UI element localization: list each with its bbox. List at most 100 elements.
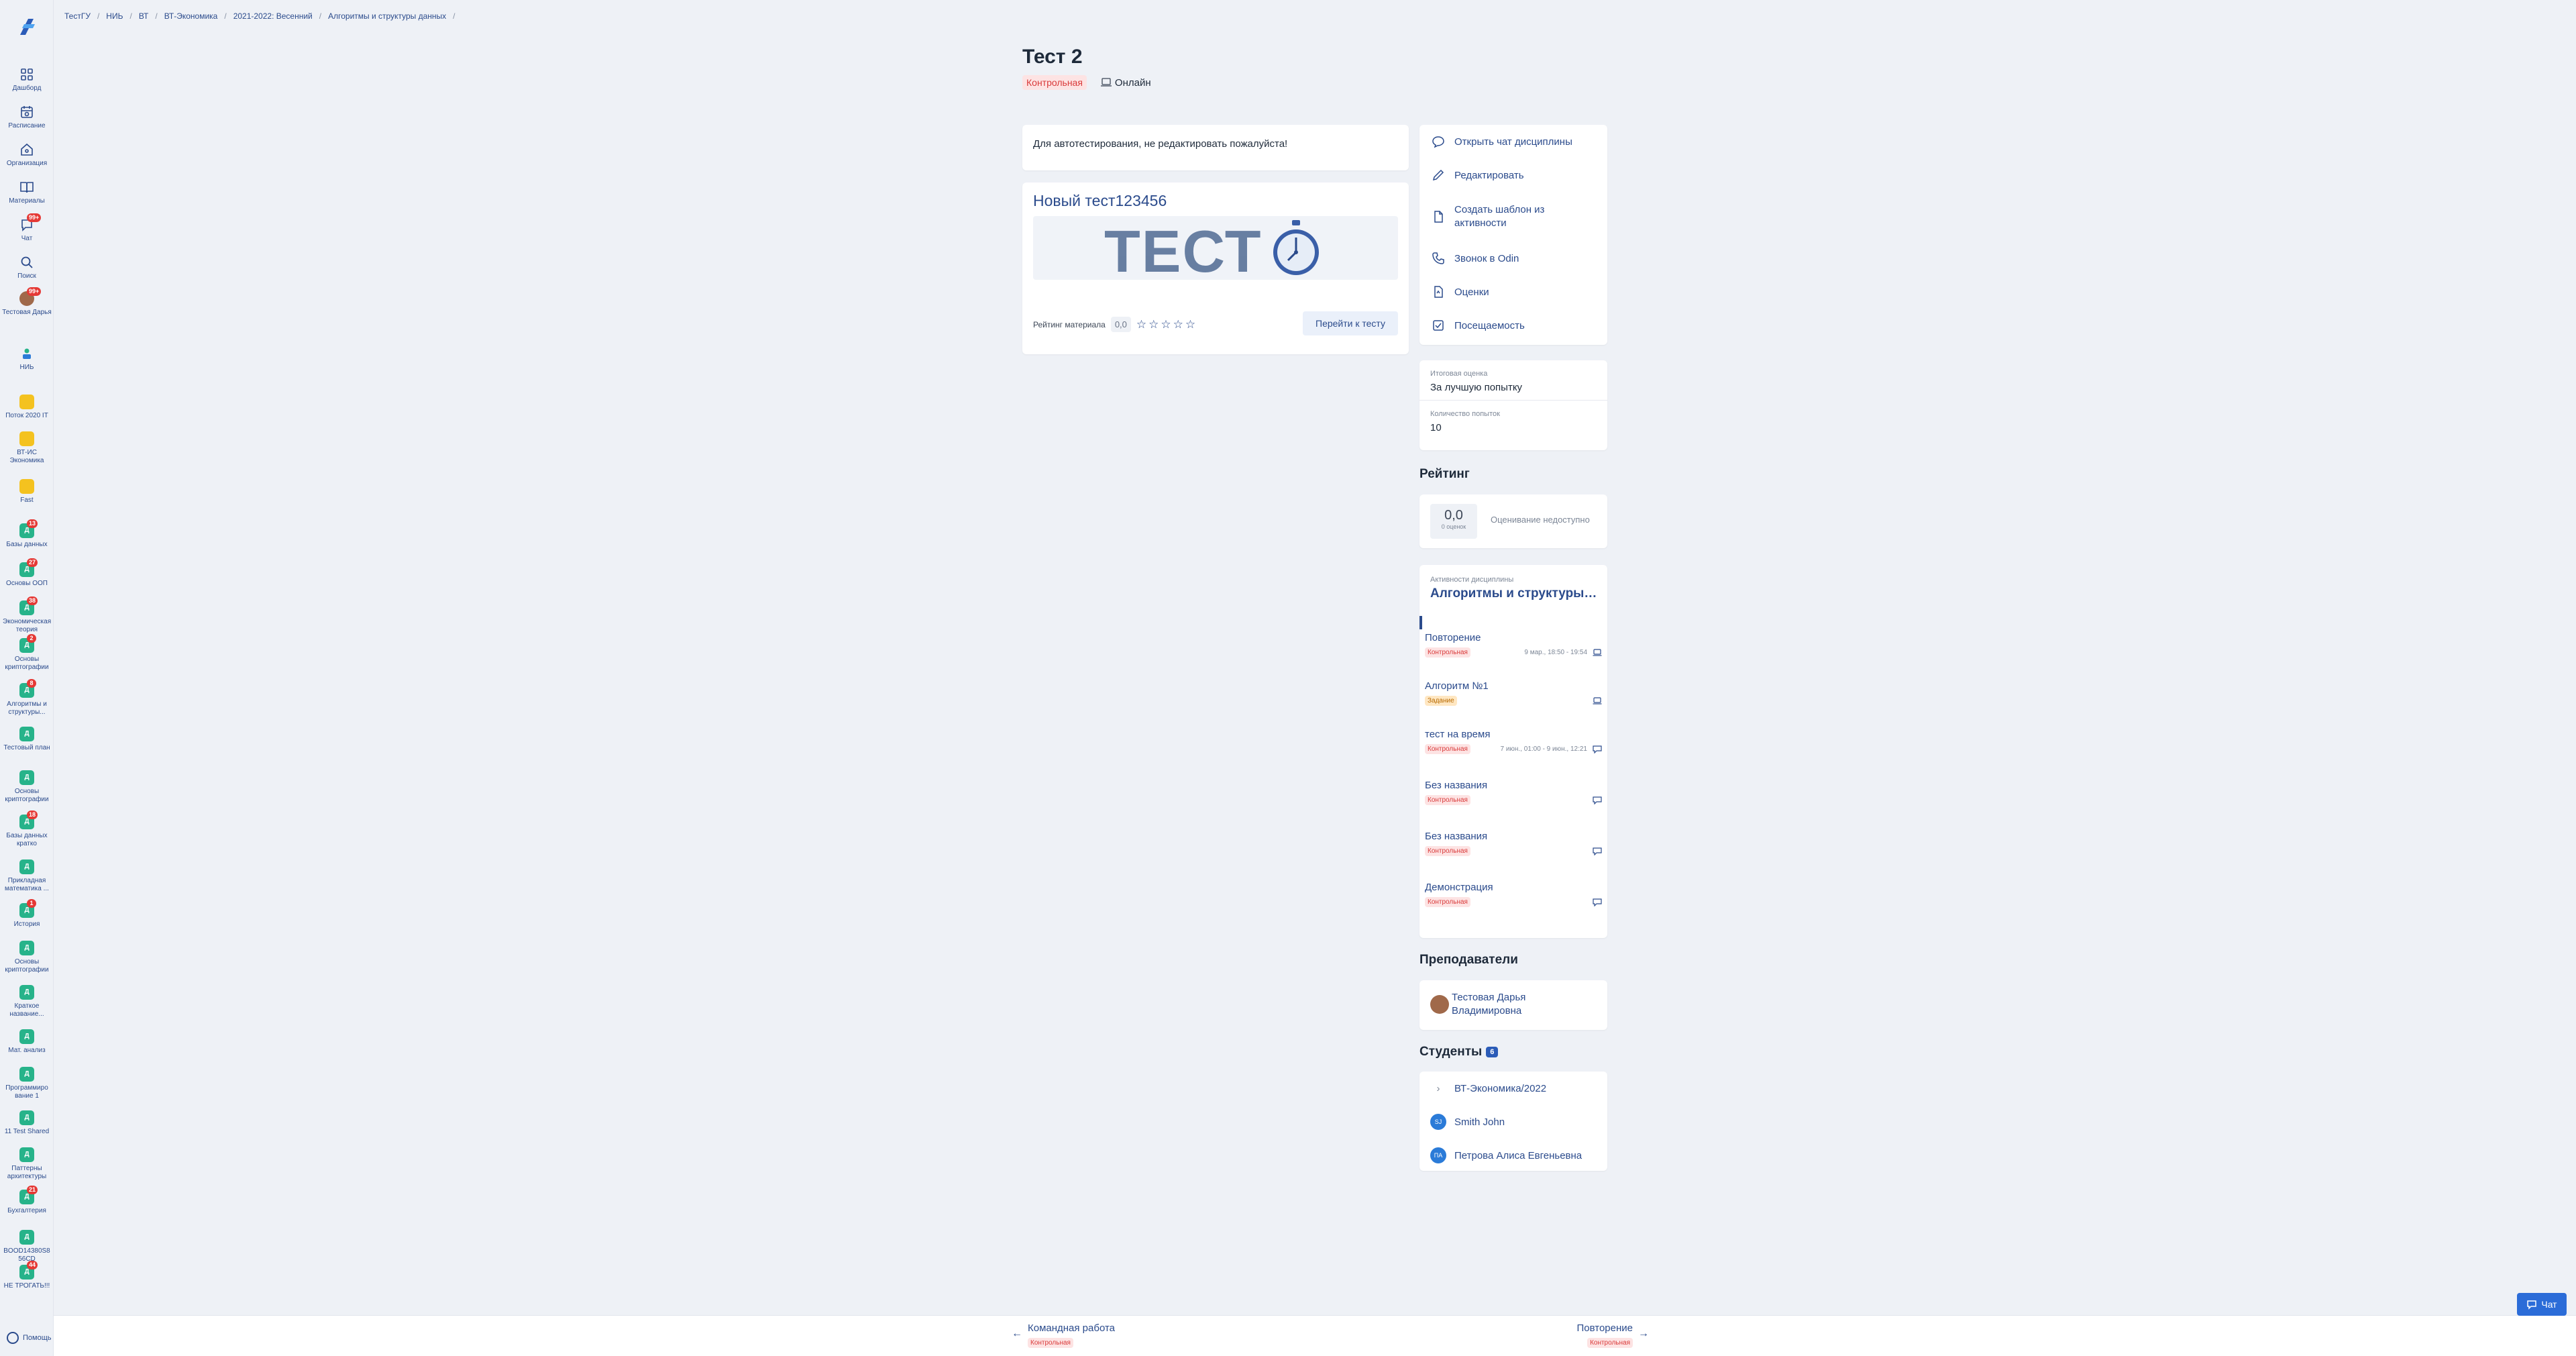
attendance-action[interactable]: Посещаемость <box>1419 309 1607 342</box>
sidebar-group-item[interactable]: Д Краткое название... <box>0 985 54 1019</box>
nav-dashboard[interactable]: Дашборд <box>0 67 54 93</box>
sidebar-group-item[interactable]: Д Тестовый план <box>0 727 54 752</box>
group-badge: 18 <box>27 811 38 819</box>
create-template-action[interactable]: Создать шаблон из активности <box>1419 192 1607 242</box>
breadcrumb-item[interactable]: 2021-2022: Весенний <box>233 11 313 21</box>
sidebar-group-item[interactable]: Д 18 Базы данных кратко <box>0 811 54 848</box>
group-label: Алгоритмы и структуры... <box>7 700 47 716</box>
activities-title[interactable]: Алгоритмы и структуры данных <box>1430 586 1599 601</box>
rating-score-box: 0,0 0 оценок <box>1430 504 1477 539</box>
nav-organization[interactable]: Организация <box>0 142 54 168</box>
stopwatch-icon <box>1273 220 1319 275</box>
laptop-icon <box>1593 696 1602 705</box>
group-label: Поток 2020 IT <box>5 412 48 419</box>
grades-icon <box>1434 286 1443 298</box>
breadcrumb-item[interactable]: ВТ-Экономика <box>164 11 218 21</box>
activity-item[interactable]: Алгоритм №1 Задание <box>1425 680 1602 726</box>
teacher-name[interactable]: Тестовая Дарья Владимировна <box>1452 991 1586 1018</box>
arrow-left-icon: ← <box>1012 1328 1022 1339</box>
prev-activity-link[interactable]: ← Командная работа Контрольная <box>1012 1322 1115 1348</box>
app-logo[interactable] <box>15 15 39 39</box>
group-label: Тестовый план <box>3 744 50 751</box>
help-button[interactable]: Помощь <box>7 1332 52 1344</box>
nav-chat[interactable]: 99+ Чат <box>0 213 54 243</box>
group-avatar: Д <box>19 985 34 1000</box>
sidebar-group-item[interactable]: Д Паттерны архитектуры <box>0 1147 54 1181</box>
rating-stars[interactable]: ☆ ☆ ☆ ☆ ☆ <box>1136 318 1195 331</box>
sidebar-group-item[interactable]: Д 13 Базы данных <box>0 519 54 549</box>
star-icon[interactable]: ☆ <box>1148 318 1159 331</box>
activity-item[interactable]: Демонстрация Контрольная <box>1425 882 1602 927</box>
sidebar-group-item[interactable]: Д 1 История <box>0 899 54 929</box>
document-icon <box>1434 211 1443 223</box>
sidebar-group-item[interactable]: Д 44 НЕ ТРОГАТЬ!!! <box>0 1261 54 1290</box>
student-row[interactable]: SJ Smith John <box>1419 1105 1607 1139</box>
sidebar-group-item[interactable]: Д Прикладная математика ... <box>0 859 54 893</box>
nav-search[interactable]: Поиск <box>0 255 54 280</box>
go-to-test-button[interactable]: Перейти к тесту <box>1303 311 1398 335</box>
breadcrumb: ТестГУ / НИЬ / ВТ / ВТ-Экономика / 2021-2022… <box>64 11 455 21</box>
star-icon[interactable]: ☆ <box>1136 318 1146 331</box>
checkbox-icon <box>1433 320 1444 331</box>
nav-user[interactable]: 99+ Тестовая Дарья <box>0 287 54 317</box>
sidebar-group-item[interactable]: ВТ-ИС Экономика <box>0 431 54 465</box>
sidebar-group-item[interactable]: Д 21 Бухгалтерия <box>0 1186 54 1215</box>
rating-score: 0,0 <box>1444 508 1463 523</box>
breadcrumb-item[interactable]: Алгоритмы и структуры данных <box>328 11 446 21</box>
activity-item[interactable]: Повторение Контрольная 9 мар., 18:50 - 19:… <box>1425 632 1602 678</box>
chat-widget-button[interactable]: Чат <box>2517 1293 2567 1316</box>
breadcrumb-item[interactable]: НИЬ <box>106 11 123 21</box>
nav-nii[interactable]: НИЬ <box>0 346 54 372</box>
sidebar: Дашборд Расписание Организация Материалы… <box>0 0 54 1356</box>
sidebar-group-item[interactable]: Д 11 Test Shared <box>0 1110 54 1136</box>
star-icon[interactable]: ☆ <box>1161 318 1171 331</box>
action-label: Звонок в Odin <box>1454 252 1519 264</box>
sidebar-group-item[interactable]: Д BOOD14380S8 56CD <box>0 1230 54 1263</box>
group-avatar: Д <box>19 727 34 741</box>
group-avatar <box>19 479 34 494</box>
student-group-row[interactable]: › ВТ-Экономика/2022 <box>1419 1072 1607 1105</box>
prev-activity-tag: Контрольная <box>1028 1338 1073 1348</box>
nav-materials[interactable]: Материалы <box>0 180 54 205</box>
breadcrumb-item[interactable]: ТестГУ <box>64 11 91 21</box>
sidebar-group-item[interactable]: Д 27 Основы ООП <box>0 558 54 588</box>
active-indicator <box>1419 616 1422 629</box>
sidebar-group-item[interactable]: Д Программиро вание 1 <box>0 1067 54 1100</box>
sidebar-group-item[interactable]: Fast <box>0 479 54 505</box>
sidebar-group-item[interactable]: Поток 2020 IT <box>0 395 54 420</box>
open-chat-action[interactable]: Открыть чат дисциплины <box>1419 125 1607 158</box>
student-row[interactable]: ПА Петрова Алиса Евгеньевна <box>1419 1139 1607 1172</box>
laptop-icon <box>1100 78 1112 87</box>
chevron-right-icon: › <box>1436 1082 1440 1094</box>
type-badge: Контрольная <box>1022 75 1087 90</box>
chat-widget-label: Чат <box>2541 1299 2557 1310</box>
activity-item[interactable]: тест на время Контрольная 7 июн., 01:00 - … <box>1425 729 1602 774</box>
sidebar-group-item[interactable]: Д Основы криптографии <box>0 941 54 974</box>
activity-item[interactable]: Без названия Контрольная <box>1425 780 1602 825</box>
sidebar-group-item[interactable]: Д 38 Экономическая теория <box>0 596 54 634</box>
activity-tag: Контрольная <box>1425 846 1470 856</box>
sidebar-group-item[interactable]: Д Основы криптографии <box>0 770 54 804</box>
online-mode-label: Онлайн <box>1114 76 1151 89</box>
nav-user-label: Тестовая Дарья <box>2 309 52 316</box>
sidebar-group-item[interactable]: Д 2 Основы криптографии <box>0 634 54 672</box>
student-name: Петрова Алиса Евгеньевна <box>1454 1149 1582 1161</box>
star-icon[interactable]: ☆ <box>1173 318 1183 331</box>
breadcrumb-item[interactable]: ВТ <box>139 11 149 21</box>
group-avatar: Д <box>19 1110 34 1125</box>
star-icon[interactable]: ☆ <box>1185 318 1195 331</box>
call-odin-action[interactable]: Звонок в Odin <box>1419 242 1607 275</box>
edit-action[interactable]: Редактировать <box>1419 158 1607 192</box>
nav-schedule[interactable]: Расписание <box>0 105 54 130</box>
student-avatar: ПА <box>1430 1147 1446 1163</box>
test-name-link[interactable]: Новый тест123456 <box>1033 192 1167 210</box>
sidebar-group-item[interactable]: Д 8 Алгоритмы и структуры... <box>0 679 54 717</box>
page-title: Тест 2 <box>1022 46 1083 68</box>
activity-name: Без названия <box>1425 831 1488 842</box>
sidebar-group-item[interactable]: Д Мат. анализ <box>0 1029 54 1055</box>
activity-item[interactable]: Без названия Контрольная <box>1425 831 1602 876</box>
group-label: Паттерны архитектуры <box>7 1165 47 1180</box>
grades-action[interactable]: Оценки <box>1419 275 1607 309</box>
next-activity-link[interactable]: Повторение Контрольная → <box>1534 1322 1649 1348</box>
test-card: Новый тест123456 ТЕСТ Рейтинг материала … <box>1022 182 1409 354</box>
